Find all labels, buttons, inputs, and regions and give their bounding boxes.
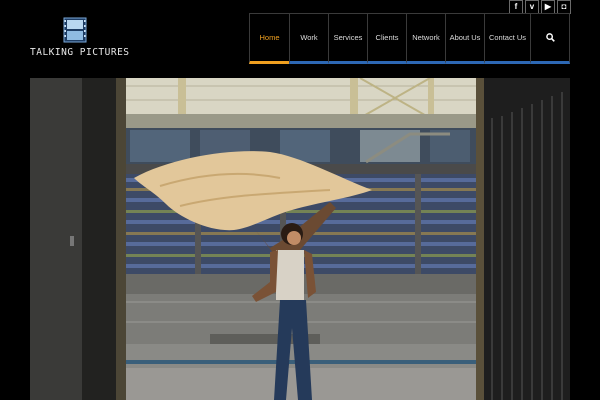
nav-network[interactable]: Network [406, 13, 445, 64]
nav-clients[interactable]: Clients [367, 13, 406, 64]
main-nav: Home Work Services Clients Network About… [249, 13, 570, 64]
instagram-icon[interactable]: ◘ [557, 0, 571, 14]
nav-home[interactable]: Home [249, 13, 289, 64]
hero-image [30, 78, 570, 400]
vimeo-icon[interactable]: v [525, 0, 539, 14]
search-icon [545, 33, 555, 42]
social-links: f v ▶ ◘ [509, 0, 571, 14]
youtube-icon[interactable]: ▶ [541, 0, 555, 14]
nav-about-us[interactable]: About Us [445, 13, 484, 64]
nav-work[interactable]: Work [289, 13, 328, 64]
film-strip-icon [63, 17, 87, 43]
nav-contact-us[interactable]: Contact Us [484, 13, 530, 64]
nav-services[interactable]: Services [328, 13, 367, 64]
stadium-photo [30, 78, 570, 400]
logo-text: TALKING PICTURES [30, 47, 130, 58]
site-logo[interactable]: TALKING PICTURES [30, 17, 130, 63]
facebook-icon[interactable]: f [509, 0, 523, 14]
search-button[interactable] [530, 13, 570, 64]
site-header: TALKING PICTURES f v ▶ ◘ Home Work Servi… [0, 0, 600, 78]
